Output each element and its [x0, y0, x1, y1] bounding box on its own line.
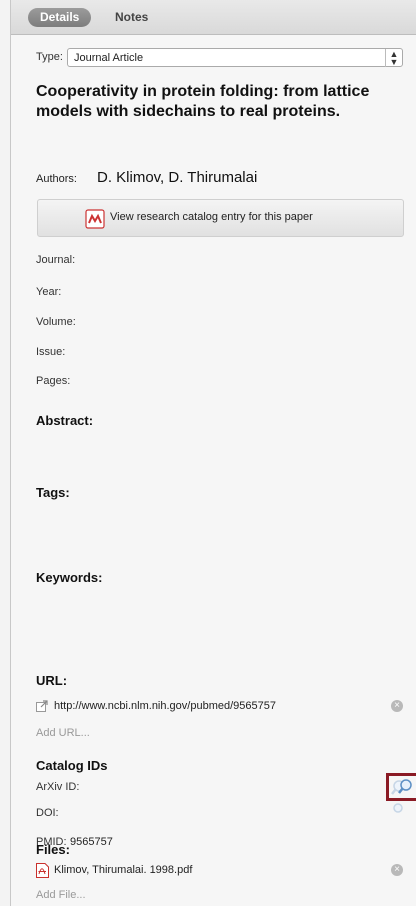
doi-search-icon[interactable] [390, 803, 404, 813]
pmid-value[interactable]: 9565757 [70, 836, 113, 848]
keywords-heading: Keywords: [36, 570, 103, 585]
add-url-link[interactable]: Add URL... [36, 727, 90, 739]
pdf-file-icon[interactable] [36, 863, 49, 878]
catalog-button-label: View research catalog entry for this pap… [110, 211, 313, 223]
view-catalog-entry-button[interactable]: View research catalog entry for this pap… [37, 199, 404, 237]
remove-file-icon[interactable]: × [391, 864, 403, 876]
arxiv-id-label: ArXiv ID: [36, 781, 80, 793]
catalog-ids-heading: Catalog IDs [36, 758, 108, 773]
pmid-search-icon[interactable] [397, 779, 413, 795]
tags-heading: Tags: [36, 485, 70, 500]
doi-label: DOI: [36, 807, 59, 819]
journal-label: Journal: [36, 254, 76, 266]
url-heading: URL: [36, 673, 68, 688]
tab-details[interactable]: Details [28, 8, 92, 27]
pages-label: Pages: [36, 375, 71, 387]
volume-label: Volume: [36, 316, 76, 328]
files-heading: Files: [36, 842, 70, 857]
tab-notes[interactable]: Notes [115, 10, 148, 24]
catalog-icon [85, 209, 105, 229]
issue-label: Issue: [36, 346, 66, 358]
year-label: Year: [36, 286, 62, 298]
paper-title[interactable]: Cooperativity in protein folding: from l… [36, 82, 396, 122]
type-select-value: Journal Article [74, 52, 144, 64]
url-value[interactable]: http://www.ncbi.nlm.nih.gov/pubmed/95657… [54, 700, 276, 712]
file-name[interactable]: Klimov, Thirumalai. 1998.pdf [54, 864, 192, 876]
authors-label: Authors: [36, 173, 77, 185]
abstract-heading: Abstract: [36, 413, 94, 428]
add-file-link[interactable]: Add File... [36, 889, 86, 901]
tab-bar: Details Notes [11, 0, 416, 35]
type-select[interactable]: Journal Article ▲ ▼ [67, 48, 403, 67]
select-arrows-icon: ▲ ▼ [385, 49, 402, 67]
authors-value[interactable]: D. Klimov, D. Thirumalai [97, 169, 257, 186]
details-panel: Details Notes Type: Journal Article ▲ ▼ C… [10, 0, 416, 906]
remove-url-icon[interactable]: × [391, 700, 403, 712]
external-link-icon[interactable] [36, 700, 48, 712]
type-label: Type: [36, 51, 63, 63]
